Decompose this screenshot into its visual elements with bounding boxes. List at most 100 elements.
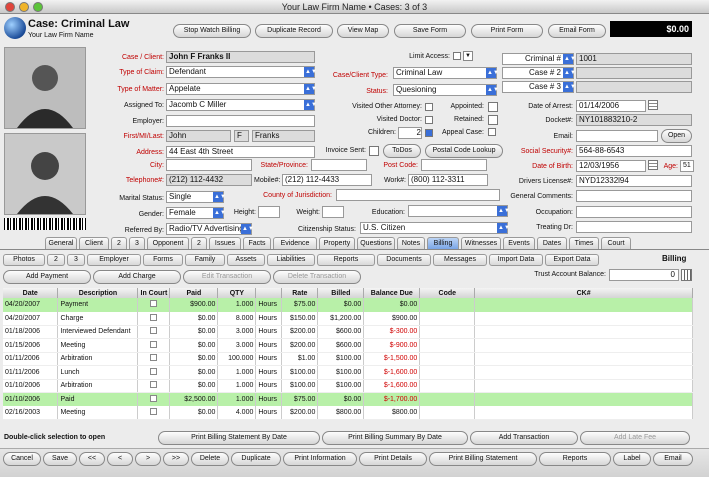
column-billed[interactable]: Billed (317, 288, 365, 298)
state-province-field[interactable] (311, 159, 367, 171)
calendar-icon[interactable] (648, 100, 658, 110)
in-court-checkbox[interactable] (150, 395, 158, 402)
add-charge-button[interactable]: Add Charge (93, 270, 181, 284)
subtab-photos-2[interactable]: 2 (47, 254, 65, 266)
drivers-license-field[interactable]: NYD12332l94 (576, 175, 692, 187)
print-information-button[interactable]: Print Information (283, 452, 357, 466)
column-rate[interactable]: Rate (281, 288, 319, 298)
children-field[interactable]: 2 (398, 127, 422, 139)
case-client-type-select[interactable]: Criminal Law ▲▼ (393, 67, 499, 79)
edit-transaction-button[interactable]: Edit Transaction (183, 270, 271, 284)
telephone-field[interactable]: (212) 112-4432 (166, 174, 252, 186)
last-record-button[interactable]: >> (163, 452, 189, 466)
case-number-2-field[interactable] (576, 67, 692, 79)
subtab-photos[interactable]: Photos (3, 254, 45, 266)
in-court-checkbox[interactable] (150, 367, 158, 375)
tab-client[interactable]: Client (79, 237, 109, 249)
subtab-reports[interactable]: Reports (317, 254, 375, 266)
in-court-checkbox[interactable] (150, 300, 158, 308)
case-number-3-select[interactable]: Case # 3 ▲▼ (502, 81, 576, 93)
criminal-number-select[interactable]: Criminal # ▲▼ (502, 53, 576, 65)
print-billing-summary-by-date-button[interactable]: Print Billing Summary By Date (322, 431, 468, 445)
middle-initial-field[interactable]: F (234, 130, 249, 142)
column-date[interactable]: Date (3, 288, 59, 298)
city-field[interactable] (166, 159, 252, 171)
in-court-checkbox[interactable] (150, 313, 158, 321)
add-payment-button[interactable]: Add Payment (3, 270, 91, 284)
column-unit[interactable] (255, 288, 283, 298)
tab-opponent[interactable]: Opponent (147, 237, 189, 249)
tab-opponent-2[interactable]: 2 (191, 237, 207, 249)
stop-watch-billing-button[interactable]: Stop Watch Billing (173, 24, 251, 38)
visited-attorney-checkbox[interactable] (425, 103, 433, 111)
retained-checkbox[interactable] (488, 115, 498, 125)
calendar-icon[interactable] (648, 160, 658, 170)
first-name-field[interactable]: John (166, 130, 231, 142)
employer-field[interactable] (166, 115, 315, 127)
column-qty[interactable]: QTY (217, 288, 257, 298)
appointed-checkbox[interactable] (488, 102, 498, 112)
tab-client-2[interactable]: 2 (111, 237, 127, 249)
children-checkbox[interactable] (425, 129, 433, 137)
subtab-employer[interactable]: Employer (87, 254, 141, 266)
tab-dates[interactable]: Dates (537, 237, 567, 249)
tab-questions[interactable]: Questions (357, 237, 395, 249)
next-record-button[interactable]: > (135, 452, 161, 466)
height-field[interactable] (258, 206, 280, 218)
tab-client-3[interactable]: 3 (129, 237, 145, 249)
marital-status-select[interactable]: Single ▲▼ (166, 191, 226, 203)
appeal-case-checkbox[interactable] (488, 128, 496, 136)
subtab-photos-3[interactable]: 3 (67, 254, 85, 266)
column-description[interactable]: Description (57, 288, 139, 298)
client-photo-1[interactable] (4, 47, 86, 129)
email-field[interactable] (576, 130, 658, 142)
delete-button[interactable]: Delete (191, 452, 229, 466)
tab-times[interactable]: Times (569, 237, 599, 249)
email-form-button[interactable]: Email Form (548, 24, 606, 38)
table-row[interactable]: 01/11/2006 Arbitration $0.00 100.000 Hours $1… (3, 352, 693, 366)
delete-transaction-button[interactable]: Delete Transaction (273, 270, 361, 284)
criminal-number-field[interactable]: 1001 (576, 53, 692, 65)
address-field[interactable]: 44 East 4th Street (166, 146, 315, 158)
treating-doctor-field[interactable] (576, 221, 692, 233)
cancel-button[interactable]: Cancel (3, 452, 41, 466)
weight-field[interactable] (322, 206, 344, 218)
tab-general[interactable]: General (45, 237, 77, 249)
close-window-icon[interactable] (5, 2, 15, 12)
in-court-checkbox[interactable] (150, 327, 158, 335)
postal-code-lookup-button[interactable]: Postal Code Lookup (425, 144, 503, 158)
tab-facts[interactable]: Facts (243, 237, 271, 249)
add-transaction-button[interactable]: Add Transaction (470, 431, 578, 445)
previous-record-button[interactable]: < (107, 452, 133, 466)
reports-button[interactable]: Reports (539, 452, 611, 466)
table-row[interactable]: 04/20/2007 Payment $900.00 1.000 Hours $75.00… (3, 298, 693, 312)
calculator-icon[interactable] (681, 269, 692, 281)
column-balance-due[interactable]: Balance Due (363, 288, 421, 298)
docket-field[interactable]: NY101883210-2 (576, 114, 692, 126)
social-security-field[interactable]: 564-88-6543 (576, 145, 692, 157)
zoom-window-icon[interactable] (33, 2, 43, 12)
table-row[interactable]: 01/10/2006 Paid $2,500.00 1.000 Hours $75.00 $… (3, 392, 693, 406)
limit-access-menu-icon[interactable]: ▼ (463, 51, 473, 61)
general-comments-field[interactable] (576, 190, 692, 202)
table-row[interactable]: 01/10/2006 Arbitration $0.00 1.000 Hours $100… (3, 379, 693, 393)
invoice-sent-checkbox[interactable] (369, 146, 379, 156)
subtab-export-data[interactable]: Export Data (545, 254, 599, 266)
tab-billing[interactable]: Billing (427, 237, 459, 249)
citizenship-status-select[interactable]: U.S. Citizen ▲▼ (360, 222, 510, 234)
case-client-field[interactable]: John F Franks II (166, 51, 315, 63)
in-court-checkbox[interactable] (150, 408, 158, 415)
column-ck[interactable]: CK# (474, 288, 693, 298)
save-button[interactable]: Save (43, 452, 77, 466)
table-row[interactable]: 01/11/2006 Lunch $0.00 1.000 Hours $100.00 $10… (3, 365, 693, 380)
table-row[interactable]: 04/20/2007 Charge $0.00 8.000 Hours $150.00 $1… (3, 311, 693, 326)
in-court-checkbox[interactable] (150, 340, 158, 348)
subtab-assets[interactable]: Assets (227, 254, 265, 266)
date-of-arrest-field[interactable]: 01/14/2006 (576, 100, 646, 112)
subtab-liabilities[interactable]: Liabilities (267, 254, 315, 266)
table-row[interactable]: 02/16/2003 Meeting $0.00 4.000 Hours $200.00 $… (3, 406, 693, 420)
limit-access-checkbox[interactable] (453, 52, 461, 60)
minimize-window-icon[interactable] (19, 2, 29, 12)
occupation-field[interactable] (576, 206, 692, 218)
referred-by-select[interactable]: Radio/TV Advertising ▲▼ (166, 223, 254, 235)
